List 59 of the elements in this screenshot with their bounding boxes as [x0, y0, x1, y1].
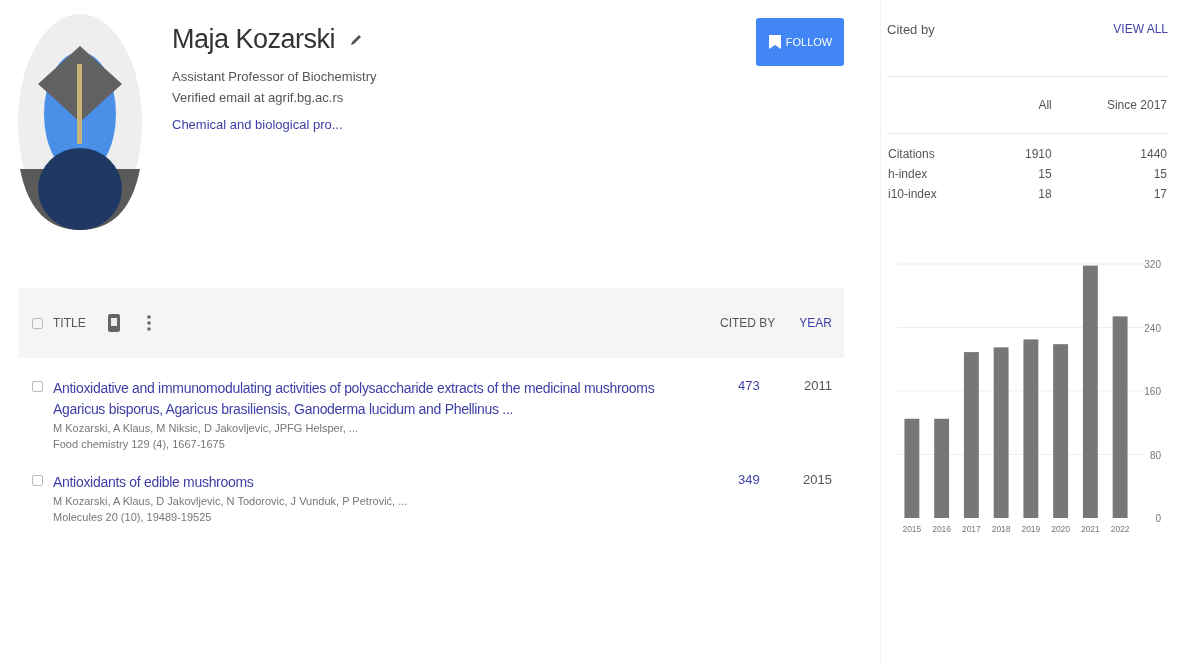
view-all-link[interactable]: VIEW ALL [1113, 22, 1168, 76]
metric-value: 15 [1152, 166, 1168, 183]
cited-by-title: Cited by [887, 22, 935, 39]
axis-tick-label: 320 [1144, 259, 1161, 270]
metric-value: 1910 [1024, 146, 1053, 163]
metric-label: Citations [887, 146, 936, 163]
venue-text: Food chemistry 129 (4), 1667-1675 [53, 437, 226, 452]
edit-icon[interactable] [349, 32, 364, 47]
axis-tick-label: 2016 [932, 524, 952, 534]
citation-bar[interactable] [1023, 339, 1039, 518]
authors-text: M Kozarski, A Klaus, M Niksic, D Jakovljevic, JPFG Helsper, ... [53, 421, 360, 436]
export-icon[interactable] [107, 313, 121, 333]
axis-tick-label: 2015 [902, 524, 922, 534]
metric-value: 15 [1037, 166, 1053, 183]
axis-tick-label: 2019 [1021, 524, 1041, 534]
interest-link[interactable]: Chemical and biological pro... [172, 117, 343, 132]
citation-bar[interactable] [904, 418, 920, 518]
axis-tick-label: 240 [1144, 322, 1161, 334]
axis-tick-label: 160 [1144, 386, 1161, 397]
axis-tick-label: 2018 [991, 524, 1011, 534]
venue-text: Molecules 20 (10), 19489-19525 [53, 510, 213, 525]
axis-tick-label: 2022 [1110, 524, 1130, 534]
profile-name: Maja Kozarski [172, 24, 336, 55]
cited-by-link[interactable]: 473 [738, 378, 760, 393]
metric-label: i10-index [887, 186, 938, 203]
email-text: Verified email at agrif.bg.ac.rs [172, 90, 345, 105]
citation-bar[interactable] [934, 418, 950, 518]
year-text: 2011 [803, 378, 832, 393]
column-header[interactable]: TITLE [53, 316, 103, 330]
citation-bar[interactable] [993, 347, 1009, 518]
axis-tick-label: 2020 [1051, 524, 1071, 534]
cited-by-link[interactable]: 349 [738, 472, 760, 487]
column-header: Since 2017 [1052, 77, 1168, 134]
affiliation-text: Assistant Professor of Biochemistry [172, 69, 378, 84]
axis-tick-label: 2017 [961, 524, 981, 534]
select-all-checkbox[interactable] [32, 317, 43, 329]
row-checkbox[interactable] [32, 475, 43, 486]
metric-value: 1440 [1139, 146, 1168, 163]
axis-tick-label: 0 [1155, 513, 1161, 524]
citation-bar[interactable] [1112, 316, 1128, 518]
metric-value: 18 [1037, 186, 1053, 203]
citation-bar[interactable] [1082, 265, 1098, 518]
axis-tick-label: 2021 [1080, 524, 1100, 534]
authors-text: M Kozarski, A Klaus, D Jakovljevic, N Todorovic, J Vunduk, P Petrović, ... [53, 494, 409, 509]
year-text: 2015 [802, 472, 832, 487]
axis-tick-label: 80 [1149, 449, 1161, 461]
bookmark-icon [767, 34, 782, 50]
article-title-link[interactable]: Antioxidative and immunomodulating activities of polysaccharide extracts of the medicinal mushrooms Agaricus bisporus, Agaricus brasiliensis, Ganoderma lucidum and Phellinus ... [53, 378, 693, 420]
column-header: All [999, 77, 1053, 134]
follow-button[interactable]: FOLLOW [756, 18, 844, 66]
citation-bar[interactable] [1053, 344, 1069, 518]
column-header[interactable]: CITED BY [720, 316, 792, 330]
citation-bar[interactable] [963, 352, 979, 518]
metric-label: h-index [887, 166, 929, 183]
metric-value: 17 [1152, 186, 1168, 203]
article-title-link[interactable]: Antioxidants of edible mushrooms [53, 472, 693, 493]
more-options-icon[interactable] [147, 314, 151, 332]
column-header[interactable]: YEAR [792, 316, 832, 330]
row-checkbox[interactable] [32, 381, 43, 392]
